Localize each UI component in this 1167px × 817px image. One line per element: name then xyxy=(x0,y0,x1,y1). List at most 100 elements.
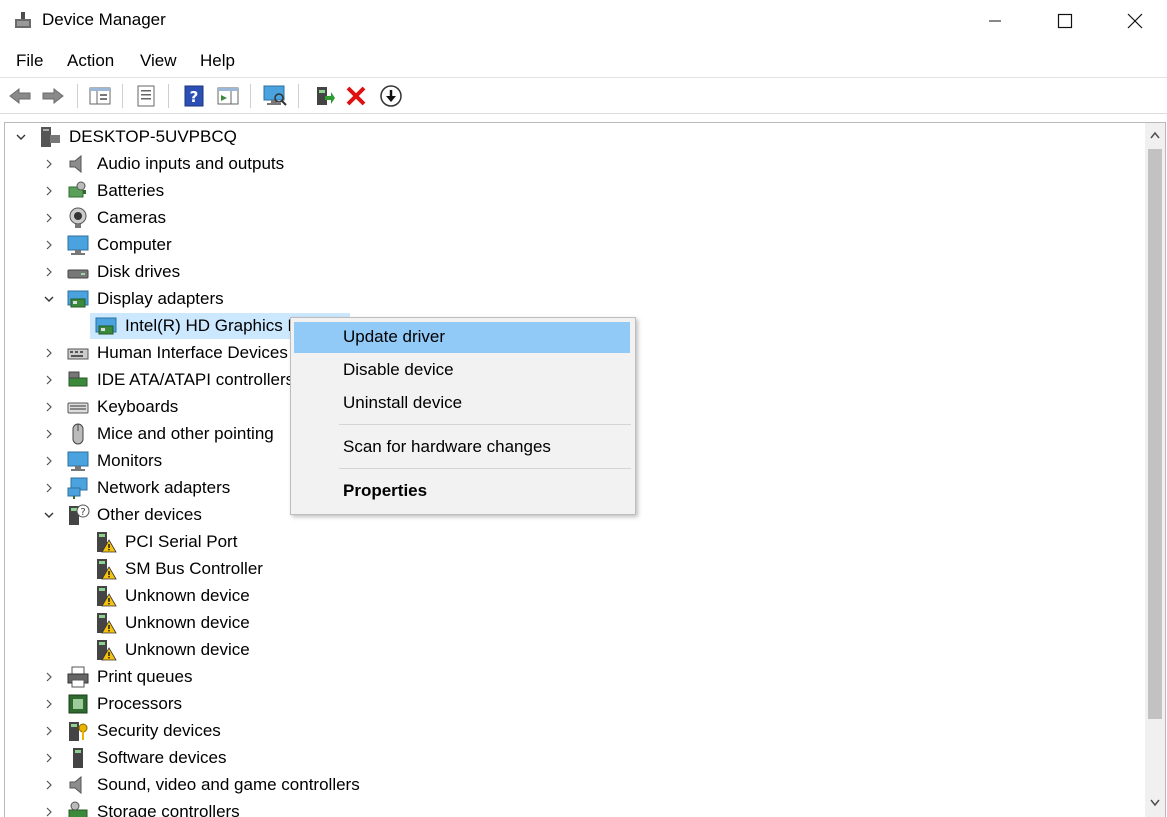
warning-device-icon xyxy=(97,640,117,661)
chevron-right-icon[interactable] xyxy=(42,751,56,765)
tree-item-label: Display adapters xyxy=(97,289,224,308)
tree-item-label: Monitors xyxy=(97,451,163,470)
tree-item-label: Mice and other pointing xyxy=(97,424,274,443)
chevron-right-icon[interactable] xyxy=(42,265,56,279)
tree-root[interactable]: DESKTOP-5UVPBCQ xyxy=(5,124,1135,151)
tree-category-item[interactable]: Software devices xyxy=(5,745,1135,772)
scroll-down-icon[interactable] xyxy=(1150,799,1160,807)
tree-category-item[interactable]: Display adapters xyxy=(5,286,1135,313)
tree-category-item[interactable]: Computer xyxy=(5,232,1135,259)
toolbar: ? xyxy=(0,77,1167,114)
menu-properties[interactable]: Properties xyxy=(294,476,630,507)
chevron-right-icon[interactable] xyxy=(42,211,56,225)
tree-category-item[interactable]: Print queues xyxy=(5,664,1135,691)
disk-drive-icon xyxy=(67,269,89,279)
update-driver-button[interactable] xyxy=(310,83,336,109)
chevron-right-icon[interactable] xyxy=(42,805,56,817)
chevron-down-icon[interactable] xyxy=(42,508,56,522)
ide-controller-icon xyxy=(68,371,88,387)
properties-button[interactable] xyxy=(133,83,159,109)
show-hide-console-tree-button[interactable] xyxy=(87,83,113,109)
properties-icon xyxy=(137,85,155,107)
tree-category-item[interactable]: Audio inputs and outputs xyxy=(5,151,1135,178)
tree-category-item[interactable]: Disk drives xyxy=(5,259,1135,286)
menu-help[interactable]: Help xyxy=(200,51,235,71)
vertical-scrollbar[interactable] xyxy=(1145,123,1165,817)
menu-disable-device[interactable]: Disable device xyxy=(294,355,630,386)
tree-category-item[interactable]: Storage controllers xyxy=(5,799,1135,817)
tree-category-item[interactable]: Sound, video and game controllers xyxy=(5,772,1135,799)
monitor-scan-icon xyxy=(263,85,287,106)
menu-scan-hardware[interactable]: Scan for hardware changes xyxy=(294,432,630,463)
chevron-right-icon[interactable] xyxy=(42,427,56,441)
chevron-right-icon[interactable] xyxy=(42,778,56,792)
chevron-right-icon[interactable] xyxy=(42,400,56,414)
tree-item-label: IDE ATA/ATAPI controllers xyxy=(97,370,295,389)
menu-action[interactable]: Action xyxy=(67,51,114,71)
chevron-right-icon[interactable] xyxy=(42,346,56,360)
tree-item-label: Human Interface Devices xyxy=(97,343,288,362)
context-menu: Update driver Disable device Uninstall d… xyxy=(290,317,636,515)
scroll-up-icon[interactable] xyxy=(1150,131,1160,139)
chevron-right-icon[interactable] xyxy=(42,184,56,198)
chevron-right-icon[interactable] xyxy=(42,481,56,495)
tree-category-item[interactable]: Cameras xyxy=(5,205,1135,232)
enable-device-button[interactable] xyxy=(378,83,404,109)
window-title: Device Manager xyxy=(42,10,166,29)
chevron-right-icon[interactable] xyxy=(42,454,56,468)
software-device-icon xyxy=(73,748,83,768)
tree-category-item[interactable]: Batteries xyxy=(5,178,1135,205)
tree-item-label: Computer xyxy=(97,235,172,254)
help-button[interactable]: ? xyxy=(181,83,207,109)
action-pane-button[interactable] xyxy=(215,83,241,109)
keyboard-icon xyxy=(67,402,89,414)
scrollbar-thumb[interactable] xyxy=(1148,149,1162,719)
tree-device-item[interactable]: Unknown device xyxy=(5,610,1135,637)
tree-item-label: PCI Serial Port xyxy=(125,532,238,551)
chevron-down-icon[interactable] xyxy=(14,130,28,144)
forward-button[interactable] xyxy=(40,83,66,109)
uninstall-icon xyxy=(346,86,366,106)
tree-item-label: Unknown device xyxy=(125,640,250,659)
printer-icon xyxy=(67,666,89,688)
close-button[interactable] xyxy=(1100,0,1167,42)
menu-view[interactable]: View xyxy=(140,51,177,71)
minimize-button[interactable] xyxy=(960,0,1030,42)
chevron-right-icon[interactable] xyxy=(42,157,56,171)
tree-category-item[interactable]: Security devices xyxy=(5,718,1135,745)
warning-device-icon xyxy=(97,586,117,607)
chevron-right-icon[interactable] xyxy=(42,670,56,684)
tree-item-label: Network adapters xyxy=(97,478,231,497)
display-adapter-icon xyxy=(67,290,89,308)
chevron-right-icon[interactable] xyxy=(42,697,56,711)
chevron-right-icon[interactable] xyxy=(42,238,56,252)
chevron-down-icon[interactable] xyxy=(42,292,56,306)
menu-file[interactable]: File xyxy=(16,51,43,71)
camera-icon xyxy=(69,207,87,228)
chevron-right-icon[interactable] xyxy=(42,724,56,738)
tree-device-item[interactable]: Unknown device xyxy=(5,583,1135,610)
warning-device-icon xyxy=(97,559,117,580)
tree-item-label: Disk drives xyxy=(97,262,181,281)
network-adapter-icon xyxy=(67,477,88,499)
menu-uninstall-device[interactable]: Uninstall device xyxy=(294,388,630,419)
tree-item-label: Unknown device xyxy=(125,613,250,632)
computer-icon xyxy=(67,235,89,255)
tree-item-label: Batteries xyxy=(97,181,165,200)
tree-device-item[interactable]: PCI Serial Port xyxy=(5,529,1135,556)
back-button[interactable] xyxy=(7,83,33,109)
title-bar: Device Manager xyxy=(0,0,1167,42)
speaker-icon xyxy=(69,154,82,174)
tree-device-item[interactable]: SM Bus Controller xyxy=(5,556,1135,583)
scan-hardware-button[interactable] xyxy=(262,83,288,109)
forward-arrow-icon xyxy=(42,87,64,105)
tree-item-label: Unknown device xyxy=(125,586,250,605)
maximize-button[interactable] xyxy=(1030,0,1100,42)
tree-item-label: Security devices xyxy=(97,721,221,740)
uninstall-button[interactable] xyxy=(343,83,369,109)
tree-category-item[interactable]: Processors xyxy=(5,691,1135,718)
menu-update-driver[interactable]: Update driver xyxy=(294,322,630,353)
chevron-right-icon[interactable] xyxy=(42,373,56,387)
tree-device-item[interactable]: Unknown device xyxy=(5,637,1135,664)
tree-item-label: Processors xyxy=(97,694,183,713)
